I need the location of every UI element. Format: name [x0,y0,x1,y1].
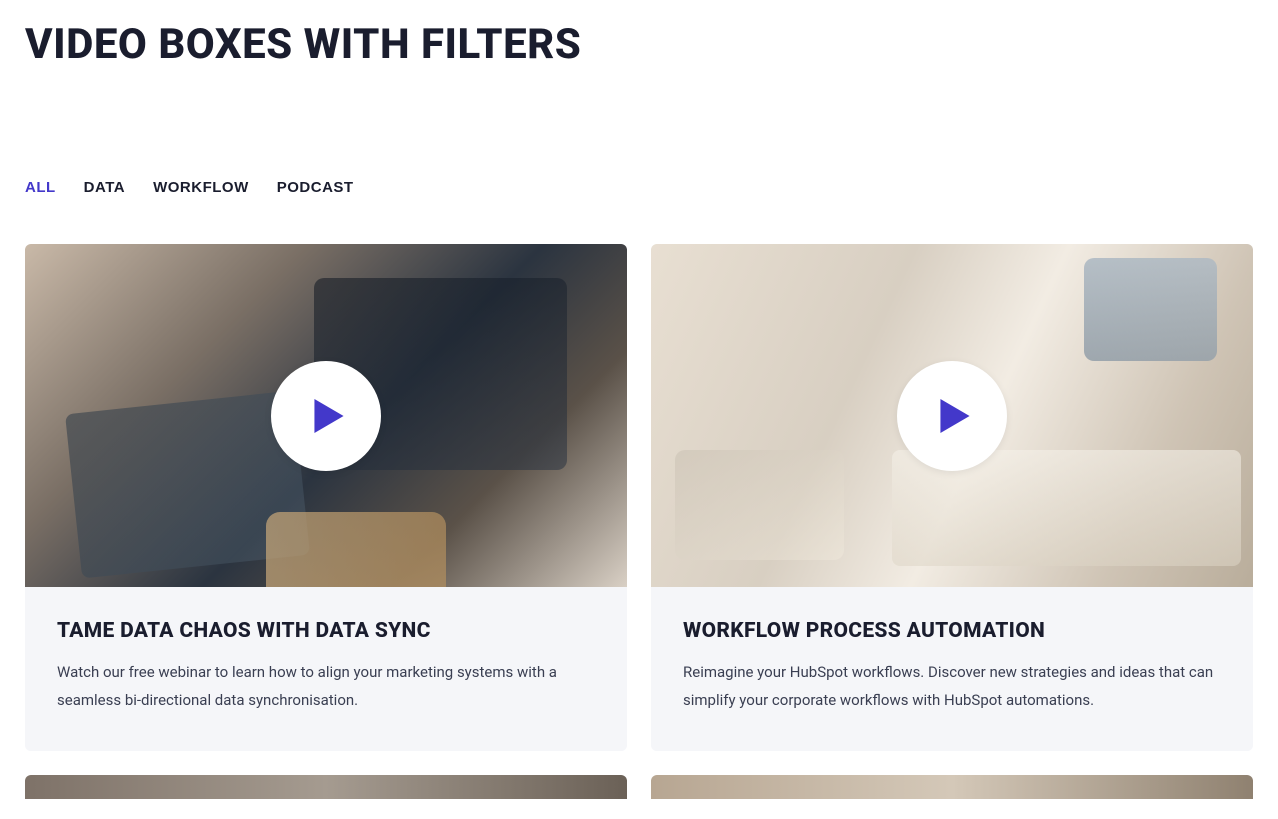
video-card-title: WORKFLOW PROCESS AUTOMATION [683,619,1221,643]
play-button[interactable] [271,361,381,471]
play-icon [314,399,344,433]
video-thumbnail-peek [25,775,627,799]
filter-tab-workflow[interactable]: WORKFLOW [153,179,249,196]
filter-tab-all[interactable]: ALL [25,179,56,196]
filter-tabs: ALL DATA WORKFLOW PODCAST [25,179,1253,196]
video-card-body: WORKFLOW PROCESS AUTOMATION Reimagine yo… [651,587,1253,751]
video-card-body: TAME DATA CHAOS WITH DATA SYNC Watch our… [25,587,627,751]
thumbnail-decoration [1084,258,1216,361]
video-grid: TAME DATA CHAOS WITH DATA SYNC Watch our… [25,244,1253,751]
play-button[interactable] [897,361,1007,471]
video-card-title: TAME DATA CHAOS WITH DATA SYNC [57,619,595,643]
next-row-peek [25,775,1253,799]
play-icon [940,399,970,433]
video-thumbnail-peek [651,775,1253,799]
thumbnail-decoration [266,512,447,587]
page-title: VIDEO BOXES WITH FILTERS [25,20,1253,69]
video-card-description: Reimagine your HubSpot workflows. Discov… [683,659,1221,715]
video-card: WORKFLOW PROCESS AUTOMATION Reimagine yo… [651,244,1253,751]
video-card-description: Watch our free webinar to learn how to a… [57,659,595,715]
video-thumbnail[interactable] [651,244,1253,587]
thumbnail-decoration [675,450,844,560]
filter-tab-podcast[interactable]: PODCAST [277,179,354,196]
video-thumbnail[interactable] [25,244,627,587]
filter-tab-data[interactable]: DATA [84,179,125,196]
video-card: TAME DATA CHAOS WITH DATA SYNC Watch our… [25,244,627,751]
